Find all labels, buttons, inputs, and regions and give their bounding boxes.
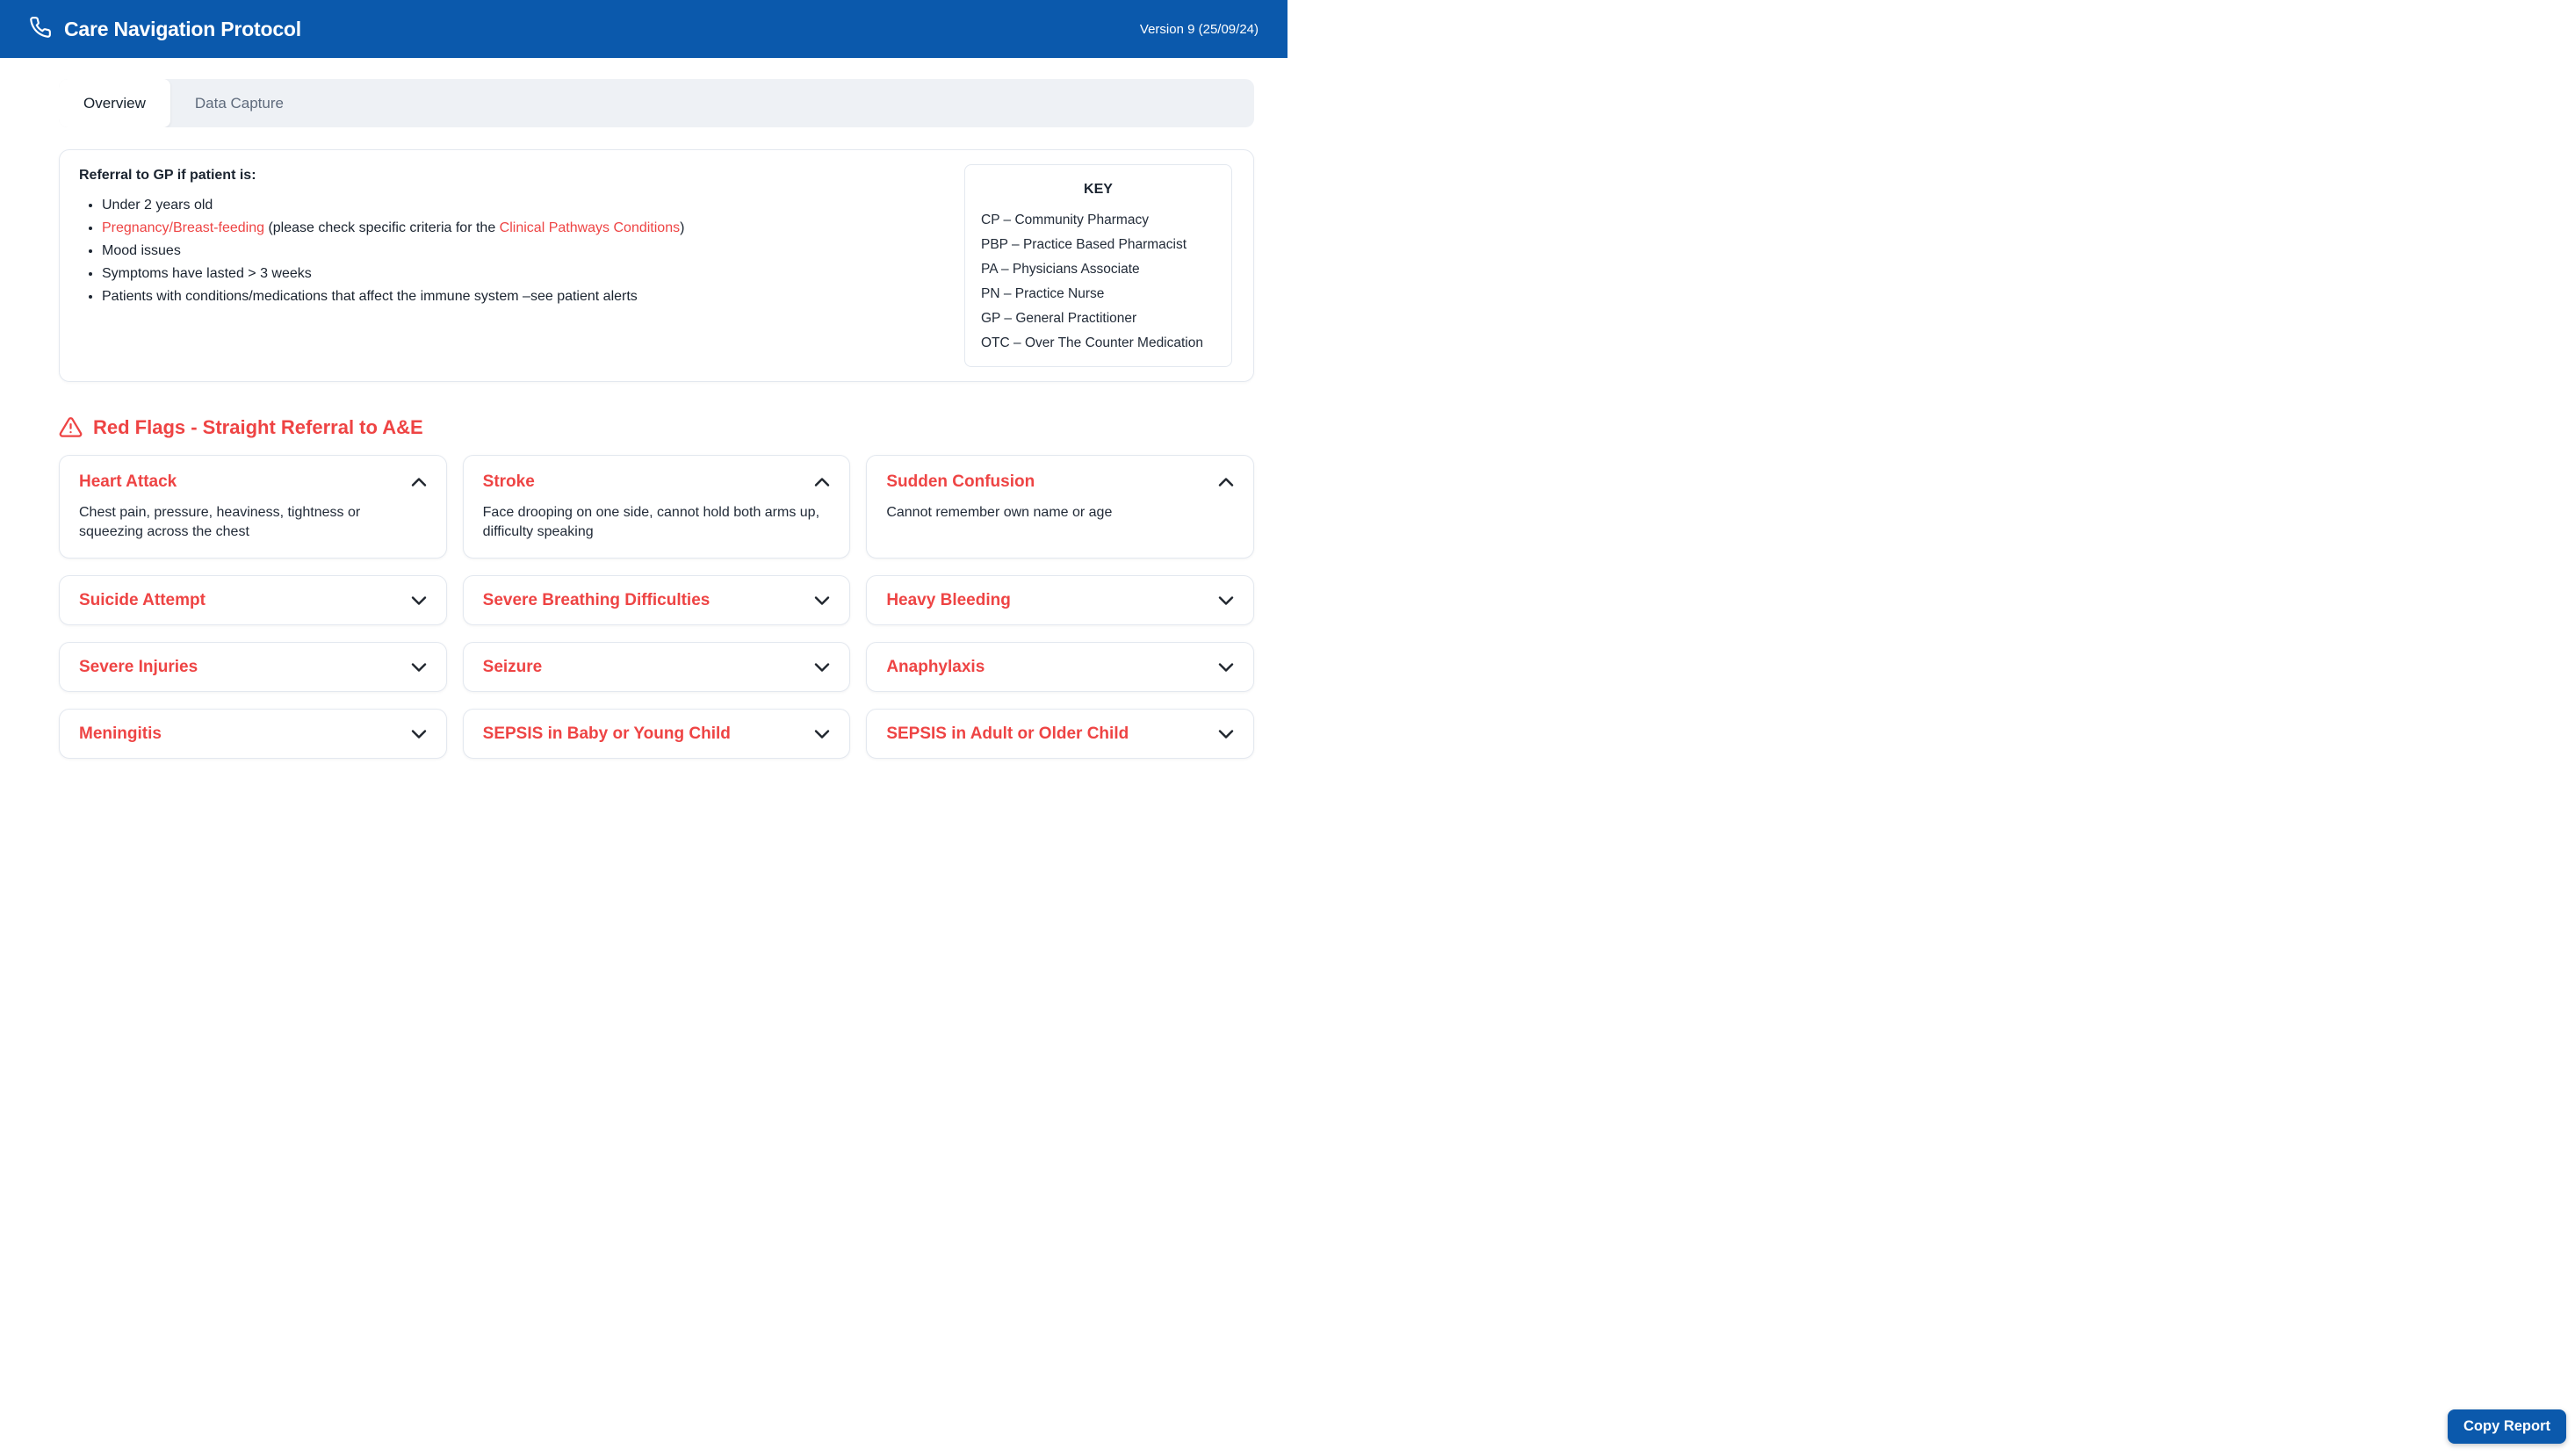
red-flag-card-sepsis-adult[interactable]: SEPSIS in Adult or Older Child <box>866 709 1254 759</box>
red-flag-card-seizure[interactable]: Seizure <box>463 642 851 692</box>
card-title: Suicide Attempt <box>79 590 206 611</box>
card-title: SEPSIS in Adult or Older Child <box>886 724 1129 745</box>
key-item: PA – Physicians Associate <box>981 257 1215 282</box>
chevron-up-icon[interactable] <box>1218 477 1234 487</box>
copy-report-button[interactable]: Copy Report <box>2448 1409 2566 1444</box>
list-item: Mood issues <box>102 240 684 263</box>
referral-bullet-list: Under 2 years old Pregnancy/Breast-feedi… <box>79 194 684 308</box>
card-title: Severe Injuries <box>79 657 198 678</box>
bullet-tail-text: ) <box>680 220 684 235</box>
chevron-up-icon[interactable] <box>814 477 830 487</box>
red-flag-card-stroke[interactable]: Stroke Face drooping on one side, cannot… <box>463 455 851 559</box>
key-item: CP – Community Pharmacy <box>981 208 1215 233</box>
list-item: Under 2 years old <box>102 194 684 217</box>
chevron-down-icon[interactable] <box>411 662 427 673</box>
referral-heading: Referral to GP if patient is: <box>79 168 684 184</box>
tab-bar: Overview Data Capture <box>59 79 1254 127</box>
list-item: Patients with conditions/medications tha… <box>102 285 684 308</box>
card-title: Severe Breathing Difficulties <box>483 590 710 611</box>
card-body: Cannot remember own name or age <box>886 503 1234 523</box>
key-item: PN – Practice Nurse <box>981 282 1215 306</box>
key-title: KEY <box>981 182 1215 198</box>
list-item: Pregnancy/Breast-feeding (please check s… <box>102 217 684 240</box>
chevron-down-icon[interactable] <box>411 595 427 606</box>
red-flag-grid: Heart Attack Chest pain, pressure, heavi… <box>59 455 1254 759</box>
red-flag-card-meningitis[interactable]: Meningitis <box>59 709 447 759</box>
red-flag-card-severe-injuries[interactable]: Severe Injuries <box>59 642 447 692</box>
chevron-down-icon[interactable] <box>814 595 830 606</box>
card-title: Heart Attack <box>79 472 177 493</box>
red-flags-heading: Red Flags - Straight Referral to A&E <box>59 415 1254 439</box>
tab-data-capture[interactable]: Data Capture <box>170 79 308 127</box>
tab-overview[interactable]: Overview <box>59 79 170 127</box>
version-label: Version 9 (25/09/24) <box>1140 22 1259 37</box>
app-header: Care Navigation Protocol Version 9 (25/0… <box>0 0 1288 58</box>
referral-panel: Referral to GP if patient is: Under 2 ye… <box>59 149 1254 382</box>
card-title: Anaphylaxis <box>886 657 985 678</box>
key-panel: KEY CP – Community Pharmacy PBP – Practi… <box>964 164 1232 367</box>
card-title: Heavy Bleeding <box>886 590 1011 611</box>
key-item: GP – General Practitioner <box>981 306 1215 331</box>
red-flag-card-heavy-bleeding[interactable]: Heavy Bleeding <box>866 575 1254 625</box>
list-item: Symptoms have lasted > 3 weeks <box>102 263 684 285</box>
card-body: Face drooping on one side, cannot hold b… <box>483 503 831 542</box>
chevron-down-icon[interactable] <box>1218 662 1234 673</box>
red-flags-title: Red Flags - Straight Referral to A&E <box>93 416 423 439</box>
card-title: SEPSIS in Baby or Young Child <box>483 724 731 745</box>
page-title: Care Navigation Protocol <box>64 18 301 41</box>
chevron-down-icon[interactable] <box>1218 729 1234 739</box>
red-flag-card-sudden-confusion[interactable]: Sudden Confusion Cannot remember own nam… <box>866 455 1254 559</box>
pregnancy-text: Pregnancy/Breast-feeding <box>102 220 264 235</box>
card-title: Meningitis <box>79 724 162 745</box>
chevron-down-icon[interactable] <box>814 662 830 673</box>
card-title: Stroke <box>483 472 535 493</box>
card-body: Chest pain, pressure, heaviness, tightne… <box>79 503 427 542</box>
chevron-down-icon[interactable] <box>814 729 830 739</box>
bullet-mid-text: (please check specific criteria for the <box>264 220 500 235</box>
red-flag-card-suicide-attempt[interactable]: Suicide Attempt <box>59 575 447 625</box>
key-item: OTC – Over The Counter Medication <box>981 331 1215 356</box>
card-title: Seizure <box>483 657 543 678</box>
red-flag-card-heart-attack[interactable]: Heart Attack Chest pain, pressure, heavi… <box>59 455 447 559</box>
red-flag-card-anaphylaxis[interactable]: Anaphylaxis <box>866 642 1254 692</box>
chevron-down-icon[interactable] <box>411 729 427 739</box>
clinical-pathways-link[interactable]: Clinical Pathways Conditions <box>500 220 680 235</box>
chevron-down-icon[interactable] <box>1218 595 1234 606</box>
red-flag-card-severe-breathing[interactable]: Severe Breathing Difficulties <box>463 575 851 625</box>
phone-icon <box>29 16 52 43</box>
card-title: Sudden Confusion <box>886 472 1035 493</box>
key-item: PBP – Practice Based Pharmacist <box>981 233 1215 257</box>
chevron-up-icon[interactable] <box>411 477 427 487</box>
warning-triangle-icon <box>59 415 83 439</box>
red-flag-card-sepsis-baby[interactable]: SEPSIS in Baby or Young Child <box>463 709 851 759</box>
